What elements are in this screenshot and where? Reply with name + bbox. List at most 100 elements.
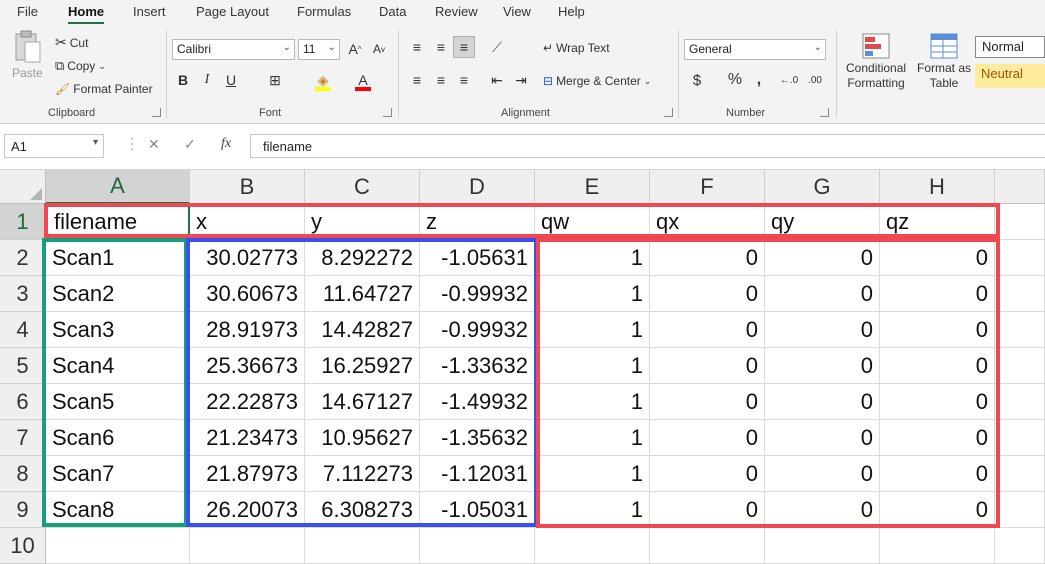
data-cell[interactable]: 22.22873	[190, 384, 305, 420]
data-cell[interactable]	[995, 204, 1045, 240]
data-cell[interactable]: 16.25927	[305, 348, 420, 384]
data-cell[interactable]: 0	[765, 312, 880, 348]
data-cell[interactable]	[995, 528, 1045, 564]
cancel-icon[interactable]: ✕	[148, 136, 160, 153]
column-header-h[interactable]: H	[880, 170, 995, 204]
data-cell[interactable]: 10.95627	[305, 420, 420, 456]
data-cell[interactable]	[995, 276, 1045, 312]
data-cell[interactable]: 14.42827	[305, 312, 420, 348]
data-cell[interactable]: 1	[535, 492, 650, 528]
decrease-decimal-icon[interactable]: .00	[804, 69, 826, 91]
data-cell[interactable]	[995, 420, 1045, 456]
underline-icon[interactable]: U	[220, 69, 242, 91]
data-cell[interactable]: -0.99932	[420, 276, 535, 312]
data-cell[interactable]: 0	[880, 384, 995, 420]
data-cell[interactable]: 0	[650, 348, 765, 384]
data-cell[interactable]: 1	[535, 240, 650, 276]
data-cell[interactable]: 1	[535, 312, 650, 348]
header-cell[interactable]: qw	[535, 204, 650, 240]
align-middle-icon[interactable]: ≡	[430, 36, 452, 58]
data-cell[interactable]: 0	[880, 456, 995, 492]
data-cell[interactable]: Scan5	[46, 384, 190, 420]
data-cell[interactable]: 1	[535, 420, 650, 456]
data-cell[interactable]	[995, 240, 1045, 276]
data-cell[interactable]: 0	[765, 456, 880, 492]
menu-help[interactable]: Help	[558, 4, 585, 19]
insert-function-icon[interactable]: fx	[221, 136, 231, 152]
row-header-6[interactable]: 6	[0, 384, 46, 420]
data-cell[interactable]: 30.60673	[190, 276, 305, 312]
column-header-b[interactable]: B	[190, 170, 305, 204]
data-cell[interactable]	[535, 528, 650, 564]
row-header-10[interactable]: 10	[0, 528, 46, 564]
menu-formulas[interactable]: Formulas	[297, 4, 351, 19]
data-cell[interactable]: 0	[880, 276, 995, 312]
header-cell[interactable]: y	[305, 204, 420, 240]
alignment-launcher-icon[interactable]	[664, 108, 673, 117]
data-cell[interactable]: Scan4	[46, 348, 190, 384]
column-header-blank[interactable]	[995, 170, 1045, 204]
menu-data[interactable]: Data	[379, 4, 406, 19]
data-cell[interactable]: 1	[535, 348, 650, 384]
align-left-icon[interactable]: ≡	[406, 69, 428, 91]
select-all-corner[interactable]	[0, 170, 46, 204]
clipboard-launcher-icon[interactable]	[152, 108, 161, 117]
row-header-9[interactable]: 9	[0, 492, 46, 528]
header-cell[interactable]: x	[190, 204, 305, 240]
data-cell[interactable]: 0	[650, 384, 765, 420]
align-bottom-icon[interactable]: ≡	[453, 36, 475, 58]
data-cell[interactable]	[995, 312, 1045, 348]
column-header-c[interactable]: C	[305, 170, 420, 204]
row-header-3[interactable]: 3	[0, 276, 46, 312]
data-cell[interactable]: 25.36673	[190, 348, 305, 384]
data-cell[interactable]: Scan7	[46, 456, 190, 492]
column-header-f[interactable]: F	[650, 170, 765, 204]
data-cell[interactable]: 11.64727	[305, 276, 420, 312]
data-cell[interactable]: 1	[535, 276, 650, 312]
data-cell[interactable]: Scan6	[46, 420, 190, 456]
data-cell[interactable]	[995, 348, 1045, 384]
data-cell[interactable]	[995, 384, 1045, 420]
data-cell[interactable]: 0	[650, 240, 765, 276]
data-cell[interactable]: Scan1	[46, 240, 190, 276]
data-cell[interactable]: -1.05031	[420, 492, 535, 528]
column-header-e[interactable]: E	[535, 170, 650, 204]
data-cell[interactable]: 0	[765, 384, 880, 420]
data-cell[interactable]: 28.91973	[190, 312, 305, 348]
menu-file[interactable]: File	[17, 4, 38, 19]
row-header-4[interactable]: 4	[0, 312, 46, 348]
data-cell[interactable]: -1.49932	[420, 384, 535, 420]
menu-insert[interactable]: Insert	[133, 4, 166, 19]
enter-icon[interactable]: ✓	[184, 136, 196, 153]
data-cell[interactable]: 1	[535, 384, 650, 420]
data-cell[interactable]: 30.02773	[190, 240, 305, 276]
decrease-font-icon[interactable]: Av	[368, 38, 390, 60]
align-center-icon[interactable]: ≡	[430, 69, 452, 91]
menu-view[interactable]: View	[503, 4, 531, 19]
data-cell[interactable]: 14.67127	[305, 384, 420, 420]
style-neutral[interactable]: Neutral	[975, 64, 1045, 88]
font-name-select[interactable]: Calibri ⌄	[172, 39, 295, 60]
format-as-table-button[interactable]: Format as Table	[917, 32, 971, 90]
data-cell[interactable]: 0	[650, 276, 765, 312]
data-cell[interactable]	[420, 528, 535, 564]
data-cell[interactable]	[190, 528, 305, 564]
data-cell[interactable]: 21.23473	[190, 420, 305, 456]
data-cell[interactable]: -1.35632	[420, 420, 535, 456]
decrease-indent-icon[interactable]: ⇤	[486, 69, 508, 91]
column-header-a[interactable]: A	[46, 170, 190, 204]
column-header-g[interactable]: G	[765, 170, 880, 204]
data-cell[interactable]: 0	[765, 276, 880, 312]
data-cell[interactable]: 0	[765, 240, 880, 276]
percent-icon[interactable]: %	[724, 69, 746, 91]
data-cell[interactable]: 7.112273	[305, 456, 420, 492]
data-cell[interactable]	[765, 528, 880, 564]
data-cell[interactable]: 21.87973	[190, 456, 305, 492]
data-cell[interactable]: 0	[880, 312, 995, 348]
orientation-icon[interactable]: ⟋	[486, 36, 508, 58]
number-format-select[interactable]: General ⌄	[684, 39, 826, 60]
data-cell[interactable]: 6.308273	[305, 492, 420, 528]
data-cell[interactable]: -1.33632	[420, 348, 535, 384]
data-cell[interactable]: Scan3	[46, 312, 190, 348]
header-cell[interactable]: qx	[650, 204, 765, 240]
